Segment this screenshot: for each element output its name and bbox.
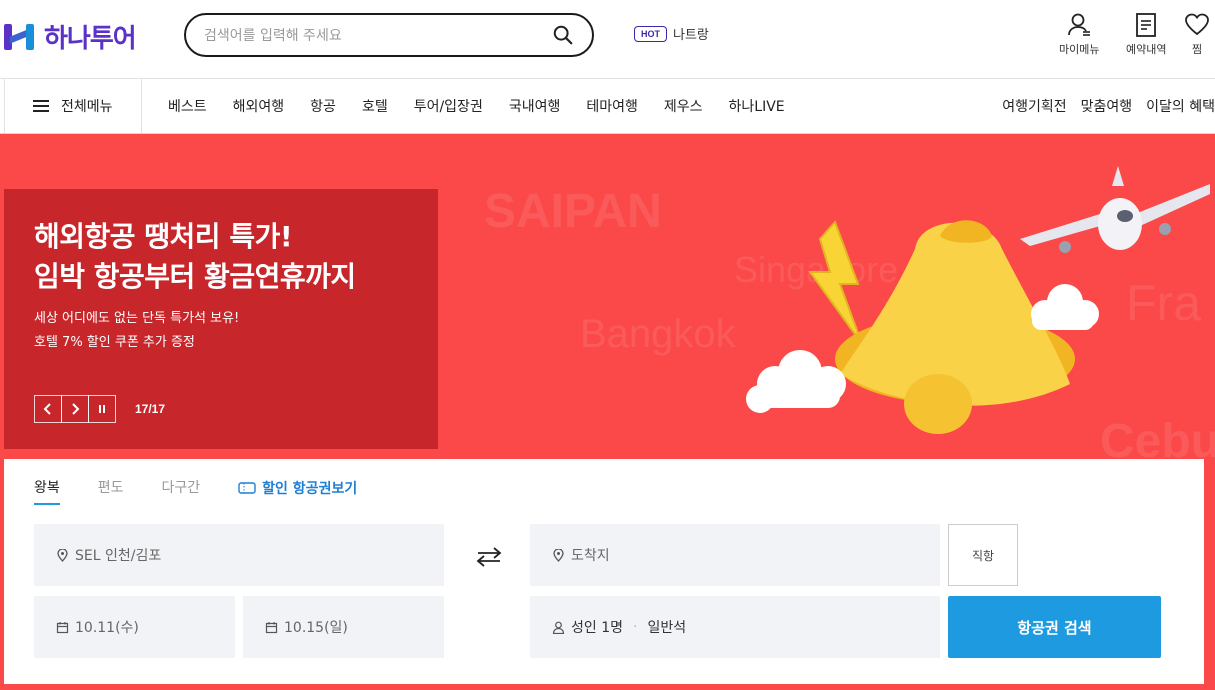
bell-illustration xyxy=(746,166,1210,434)
tab-one-way[interactable]: 편도 xyxy=(98,477,124,505)
heart-icon xyxy=(1185,13,1209,36)
booking-history-button[interactable]: 예약내역 xyxy=(1126,12,1166,57)
nav-item-exhibition[interactable]: 여행기획전 xyxy=(1002,96,1066,116)
all-menu-button[interactable]: 전체메뉴 xyxy=(4,79,142,133)
promo-title-line1: 해외항공 땡처리 특가! xyxy=(34,220,293,253)
logo-text: 하나투어 xyxy=(44,24,137,54)
location-pin-icon xyxy=(57,548,68,562)
bg-word: Bangkok xyxy=(580,312,736,356)
return-date-value: 10.15(일) xyxy=(284,620,348,636)
discount-flights-link[interactable]: 할인 항공권보기 xyxy=(238,477,357,505)
search-input[interactable]: 검색어를 입력해 주세요 xyxy=(204,25,552,45)
airplane-icon xyxy=(1020,166,1210,253)
search-icon[interactable] xyxy=(552,24,574,46)
nav-item-domestic[interactable]: 국내여행 xyxy=(509,96,561,116)
pause-slide-button[interactable] xyxy=(88,395,116,423)
chevron-right-icon xyxy=(72,403,80,415)
document-icon xyxy=(1136,13,1157,37)
promo-title: 해외항공 땡처리 특가! 임박 항공부터 황금연휴까지 xyxy=(34,217,408,297)
header: 하나투어 검색어를 입력해 주세요 HOT 나트랑 마이메뉴 예약내역 찜 xyxy=(0,0,1215,78)
calendar-icon xyxy=(265,621,278,633)
my-menu-button[interactable]: 마이메뉴 xyxy=(1059,12,1099,57)
trip-type-tabs: 왕복 편도 다구간 할인 항공권보기 xyxy=(34,477,357,505)
passenger-count: 성인 1명 xyxy=(571,620,623,636)
sub-nav: 여행기획전 맞춤여행 이달의 혜택 xyxy=(1002,79,1215,133)
global-nav: 전체메뉴 베스트 해외여행 항공 호텔 투어/입장권 국내여행 테마여행 제우스… xyxy=(0,78,1215,134)
cloud-icon xyxy=(1031,284,1099,330)
nav-item-best[interactable]: 베스트 xyxy=(168,96,207,116)
nav-item-live[interactable]: 하나LIVE xyxy=(729,96,785,116)
nav-item-tour[interactable]: 투어/입장권 xyxy=(414,96,483,116)
search-box[interactable]: 검색어를 입력해 주세요 xyxy=(184,13,594,57)
wishlist-label: 찜 xyxy=(1191,43,1203,56)
chevron-left-icon xyxy=(43,403,51,415)
arrival-field[interactable]: 도착지 xyxy=(530,524,940,586)
prev-slide-button[interactable] xyxy=(34,395,62,423)
discount-flights-label: 할인 항공권보기 xyxy=(262,481,358,497)
seat-class: 일반석 xyxy=(647,620,687,636)
separator-dot: · xyxy=(633,619,638,635)
lightning-icon xyxy=(808,220,863,345)
flight-search-button[interactable]: 항공권 검색 xyxy=(948,596,1161,658)
logo-mark-icon xyxy=(4,22,38,52)
hot-keyword-text[interactable]: 나트랑 xyxy=(673,24,709,43)
swap-icon[interactable] xyxy=(474,546,504,568)
all-menu-label: 전체메뉴 xyxy=(61,99,113,115)
departure-field[interactable]: SEL 인천/김포 xyxy=(34,524,444,586)
flight-search-card: 왕복 편도 다구간 할인 항공권보기 SEL 인천/김포 도착지 직항 10.1… xyxy=(4,459,1204,684)
hero-banner[interactable]: SAIPAN Singapore Bangkok Fra Cebu 해외항공 땡… xyxy=(0,134,1215,690)
nav-item-theme[interactable]: 테마여행 xyxy=(586,96,638,116)
departure-date-field[interactable]: 10.11(수) xyxy=(34,596,235,658)
direct-flight-toggle[interactable]: 직항 xyxy=(948,524,1018,586)
promo-panel[interactable]: 해외항공 땡처리 특가! 임박 항공부터 황금연휴까지 세상 어디에도 없는 단… xyxy=(4,189,438,449)
nav-item-air[interactable]: 항공 xyxy=(310,96,336,116)
departure-date-value: 10.11(수) xyxy=(75,620,139,636)
slide-pager: 17/17 xyxy=(135,402,166,416)
bg-word: SAIPAN xyxy=(484,185,662,238)
arrival-value: 도착지 xyxy=(571,548,610,564)
departure-value: SEL 인천/김포 xyxy=(75,548,162,564)
logo[interactable]: 하나투어 xyxy=(4,18,137,55)
cloud-icon xyxy=(746,350,846,413)
promo-desc-line2: 호텔 7% 할인 쿠폰 추가 증정 xyxy=(34,335,195,350)
hamburger-icon xyxy=(33,100,49,112)
return-date-field[interactable]: 10.15(일) xyxy=(243,596,444,658)
promo-title-line2: 임박 항공부터 황금연휴까지 xyxy=(34,260,356,293)
ticket-icon xyxy=(238,482,256,494)
promo-desc: 세상 어디에도 없는 단독 특가석 보유! 호텔 7% 할인 쿠폰 추가 증정 xyxy=(34,307,408,355)
hot-badge: HOT xyxy=(634,25,667,42)
passenger-field[interactable]: 성인 1명 · 일반석 xyxy=(530,596,940,658)
booking-history-label: 예약내역 xyxy=(1126,43,1167,56)
promo-desc-line1: 세상 어디에도 없는 단독 특가석 보유! xyxy=(34,311,240,326)
pause-icon xyxy=(99,405,105,413)
my-menu-label: 마이메뉴 xyxy=(1059,43,1100,56)
person-icon xyxy=(552,621,565,634)
nav-item-custom[interactable]: 맞춤여행 xyxy=(1081,96,1133,116)
main-nav: 베스트 해외여행 항공 호텔 투어/입장권 국내여행 테마여행 제우스 하나LI… xyxy=(168,79,785,133)
slider-controls: 17/17 xyxy=(34,395,165,423)
next-slide-button[interactable] xyxy=(61,395,89,423)
user-icon xyxy=(1068,13,1091,36)
hot-keyword[interactable]: HOT 나트랑 xyxy=(634,24,709,43)
nav-item-benefit[interactable]: 이달의 혜택 xyxy=(1146,96,1215,116)
location-pin-icon xyxy=(553,548,564,562)
nav-item-overseas[interactable]: 해외여행 xyxy=(233,96,285,116)
nav-item-zeus[interactable]: 제우스 xyxy=(664,96,703,116)
wishlist-button[interactable]: 찜 xyxy=(1184,12,1210,57)
tab-multi-city[interactable]: 다구간 xyxy=(162,477,201,505)
tab-round-trip[interactable]: 왕복 xyxy=(34,477,60,505)
calendar-icon xyxy=(56,621,69,633)
nav-item-hotel[interactable]: 호텔 xyxy=(362,96,388,116)
